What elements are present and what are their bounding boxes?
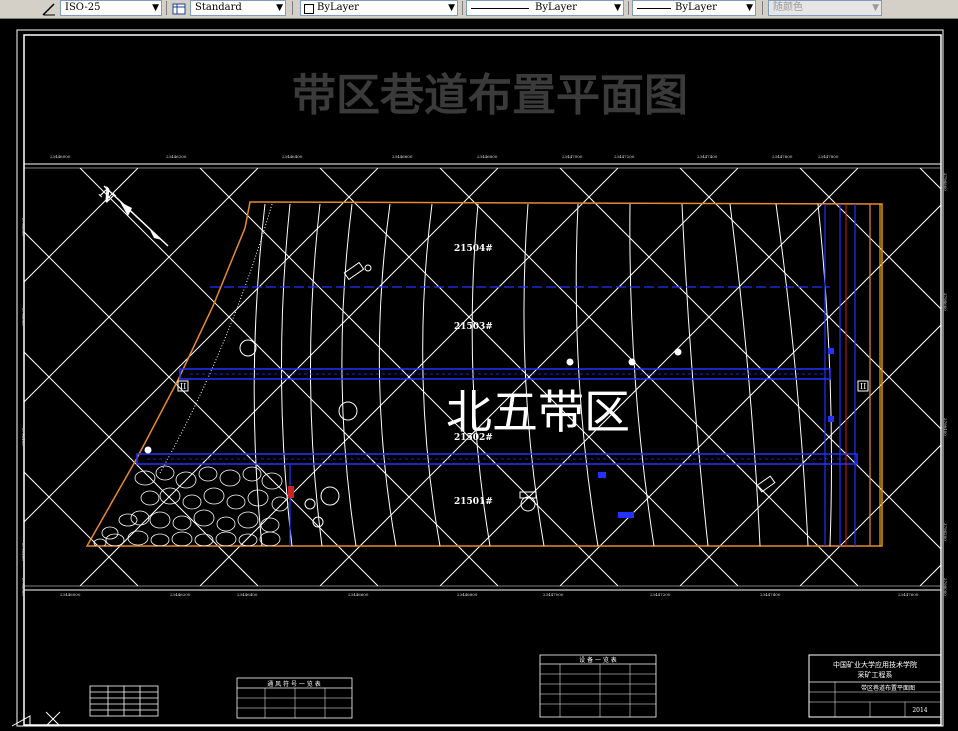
drawing-canvas[interactable]: 带区巷道布置平面图 23446000 23446200 23446400 234… <box>0 18 958 731</box>
coord-left-5: 3798000 <box>21 578 26 596</box>
tablestyle-select[interactable]: Standard ▼ <box>190 0 286 16</box>
separator <box>462 1 463 15</box>
district-label: 北五带区 <box>446 385 630 439</box>
chevron-down-icon: ▼ <box>152 3 159 13</box>
chevron-down-icon: ▼ <box>448 3 455 13</box>
color-select[interactable]: ByLayer ▼ <box>300 0 458 16</box>
titleblock-drawing-name: 带区巷道布置平面图 <box>861 684 915 692</box>
contour-lines <box>253 203 832 547</box>
coord-bottom-3: 23446400 <box>237 592 258 597</box>
coord-top-5: 23446800 <box>477 154 498 159</box>
panel-21503: 21503# <box>454 322 493 332</box>
coord-right-3: 3798400 <box>943 418 948 436</box>
coord-top-4: 23446600 <box>392 154 413 159</box>
plotstyle-value: 随颜色 <box>773 2 803 13</box>
linetype-value: ByLayer <box>535 2 577 13</box>
coord-right-4: 3798200 <box>943 523 948 541</box>
color-value: ByLayer <box>317 2 359 13</box>
titleblock-dept: 采矿工程系 <box>858 670 893 679</box>
coord-right-1: 3798800 <box>943 173 948 191</box>
coord-bottom-8: 23447400 <box>760 592 781 597</box>
color-swatch-icon <box>304 4 314 14</box>
coord-bottom-1: 23446000 <box>60 592 81 597</box>
line-sample-icon <box>471 8 529 9</box>
panel-21501: 21501# <box>454 497 493 507</box>
coord-bottom-5: 23446800 <box>457 592 478 597</box>
properties-toolbar: ISO-25 ▼ Standard ▼ ByLayer ▼ ByLayer ▼ … <box>0 0 958 19</box>
tablestyle-value: Standard <box>195 2 242 13</box>
map-frame <box>23 163 942 591</box>
coord-left-2: 3798600 <box>21 308 26 326</box>
panel-21502: 21502# <box>454 433 493 443</box>
panel-21504: 21504# <box>454 244 493 254</box>
outer-frame <box>16 29 944 727</box>
chevron-down-icon: ▼ <box>746 3 753 13</box>
coord-top-6: 23447000 <box>562 154 583 159</box>
chevron-down-icon: ▼ <box>276 3 283 13</box>
dimension-style-icon[interactable] <box>42 1 56 16</box>
ucs-icon <box>11 711 61 727</box>
dimstyle-value: ISO-25 <box>65 2 101 13</box>
north-arrow-icon: N <box>95 183 169 247</box>
coord-bottom-2: 23446200 <box>170 592 191 597</box>
lineweight-select[interactable]: ByLayer ▼ <box>632 0 756 16</box>
legend-table-left <box>89 685 159 717</box>
coord-right-5: 3798000 <box>943 578 948 596</box>
titleblock-year: 2014 <box>912 707 927 714</box>
legend-mid-title: 通 风 符 号 一 览 表 <box>267 680 320 688</box>
linetype-select[interactable]: ByLayer ▼ <box>466 0 624 16</box>
dimstyle-select[interactable]: ISO-25 ▼ <box>60 0 162 16</box>
coord-bottom-7: 23447200 <box>650 592 671 597</box>
coord-bottom-6: 23447000 <box>543 592 564 597</box>
coord-top-7: 23447200 <box>614 154 635 159</box>
legend-right-title: 设 备 一 览 表 <box>579 656 617 664</box>
coordinate-grid <box>24 168 941 586</box>
coord-top-10: 23447800 <box>818 154 839 159</box>
coord-top-9: 23447600 <box>772 154 793 159</box>
coord-top-8: 23447400 <box>697 154 718 159</box>
chevron-down-icon: ▼ <box>614 3 621 13</box>
separator <box>628 1 629 15</box>
coordinate-labels: 23446000 23446200 23446400 23446600 2344… <box>21 154 948 597</box>
marker-right: II <box>860 382 866 391</box>
line-sample-icon <box>637 8 671 9</box>
lineweight-value: ByLayer <box>675 2 717 13</box>
coord-top-2: 23446200 <box>166 154 187 159</box>
title-block: 中国矿业大学应用技术学院 采矿工程系 带区巷道布置平面图 2014 <box>808 654 942 718</box>
chevron-down-icon: ▼ <box>872 3 879 13</box>
legend-table-right: 设 备 一 览 表 <box>539 654 657 718</box>
coord-right-2: 3798600 <box>943 293 948 311</box>
coord-bottom-9: 23447600 <box>898 592 919 597</box>
coord-top-1: 23446000 <box>50 154 71 159</box>
separator <box>762 1 763 15</box>
coord-left-3: 3798400 <box>21 428 26 446</box>
legend-table-mid: 通 风 符 号 一 览 表 <box>236 677 353 719</box>
inner-frame <box>23 34 942 726</box>
marker-left: II <box>180 382 186 391</box>
coord-left-4: 3798200 <box>21 543 26 561</box>
plotstyle-select[interactable]: 随颜色 ▼ <box>768 0 882 16</box>
separator <box>166 1 167 15</box>
coord-top-3: 23446400 <box>282 154 303 159</box>
separator <box>292 1 293 15</box>
coord-bottom-4: 23446600 <box>348 592 369 597</box>
table-style-icon[interactable] <box>172 1 186 15</box>
titleblock-school: 中国矿业大学应用技术学院 <box>833 660 917 669</box>
drawing-title: 带区巷道布置平面图 <box>292 70 688 121</box>
